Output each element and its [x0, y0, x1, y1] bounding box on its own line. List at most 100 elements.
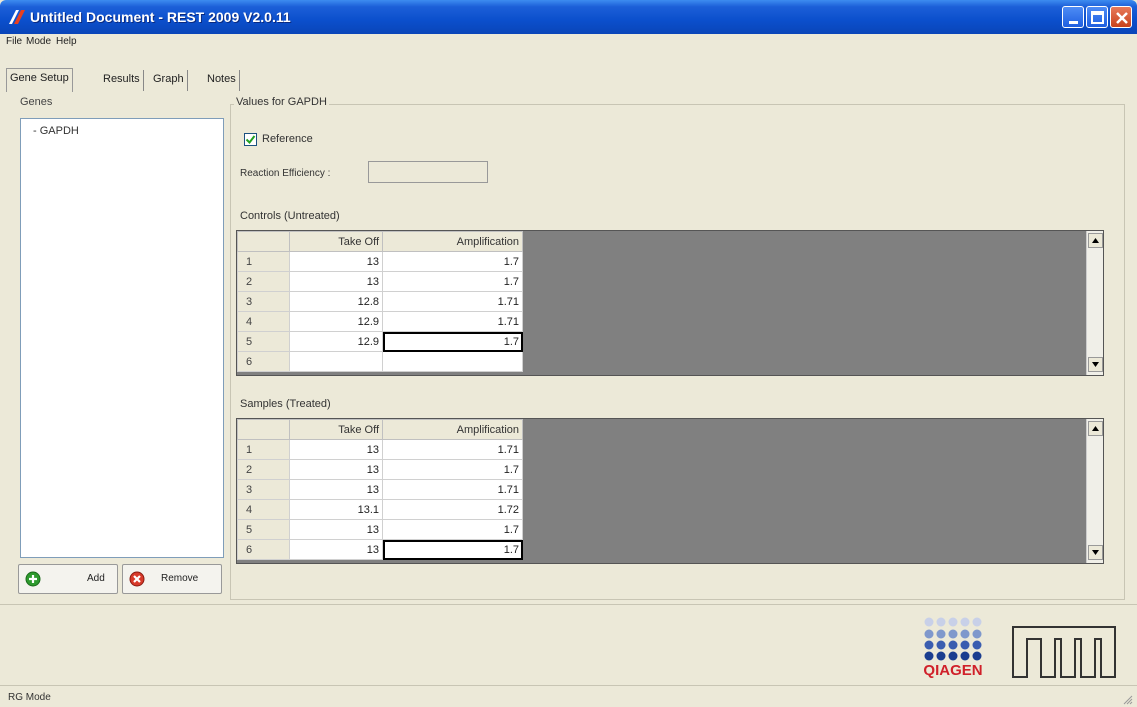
takeoff-cell[interactable]: 12.8	[289, 291, 383, 312]
qiagen-logo: QIAGEN	[923, 617, 983, 679]
table-row: 1 13 1.71	[237, 439, 523, 460]
column-header-takeoff[interactable]: Take Off	[289, 231, 383, 252]
takeoff-cell[interactable]: 13	[289, 459, 383, 480]
table-row: 5 12.9 1.7	[237, 331, 523, 352]
grid-corner	[237, 419, 290, 440]
amplification-cell[interactable]: 1.7	[382, 271, 523, 292]
samples-label: Samples (Treated)	[240, 398, 331, 410]
row-header[interactable]: 5	[237, 331, 290, 352]
genes-label: Genes	[20, 96, 53, 108]
maximize-icon	[1091, 11, 1104, 24]
tab-graph[interactable]: Graph	[150, 70, 188, 91]
amplification-cell[interactable]: 1.71	[382, 479, 523, 500]
table-row: 4 13.1 1.72	[237, 499, 523, 520]
tab-gene-setup[interactable]: Gene Setup	[6, 68, 73, 92]
minimize-button[interactable]	[1062, 6, 1084, 28]
table-row: 6	[237, 351, 523, 372]
row-header[interactable]: 4	[237, 499, 290, 520]
takeoff-cell[interactable]: 12.9	[289, 331, 383, 352]
row-header[interactable]: 3	[237, 291, 290, 312]
gene-item-gapdh[interactable]: - GAPDH	[33, 125, 79, 137]
scroll-up-button[interactable]	[1088, 421, 1103, 436]
takeoff-cell[interactable]: 13	[289, 539, 383, 560]
efficiency-input[interactable]	[368, 161, 488, 183]
amplification-cell[interactable]: 1.71	[382, 439, 523, 460]
menu-help[interactable]: Help	[56, 36, 77, 47]
row-header[interactable]: 5	[237, 519, 290, 540]
tum-logo	[1012, 626, 1116, 678]
resize-grip-icon[interactable]	[1121, 693, 1133, 705]
logo-panel: QIAGEN	[0, 604, 1137, 686]
row-header[interactable]: 6	[237, 351, 290, 372]
values-panel: Values for GAPDH Reference Reaction Effi…	[228, 96, 1128, 602]
samples-scrollbar[interactable]	[1086, 419, 1103, 563]
logos: QIAGEN	[923, 617, 1116, 679]
takeoff-cell[interactable]: 13	[289, 251, 383, 272]
amplification-cell[interactable]: 1.7	[382, 519, 523, 540]
table-row: 3 12.8 1.71	[237, 291, 523, 312]
takeoff-cell[interactable]: 13	[289, 271, 383, 292]
menu-file[interactable]: File	[6, 36, 22, 47]
controls-label: Controls (Untreated)	[240, 210, 340, 222]
checkmark-icon	[245, 135, 256, 145]
amplification-cell-selected[interactable]: 1.7	[382, 331, 523, 352]
amplification-cell[interactable]: 1.7	[382, 251, 523, 272]
remove-icon	[129, 571, 145, 587]
efficiency-label: Reaction Efficiency :	[240, 168, 331, 179]
row-header[interactable]: 4	[237, 311, 290, 332]
amplification-cell[interactable]: 1.7	[382, 459, 523, 480]
title-bar: Untitled Document - REST 2009 V2.0.11	[0, 0, 1137, 34]
tab-notes[interactable]: Notes	[204, 70, 240, 91]
row-header[interactable]: 2	[237, 271, 290, 292]
column-header-amplification[interactable]: Amplification	[382, 231, 523, 252]
row-header[interactable]: 1	[237, 251, 290, 272]
controls-grid[interactable]: Take Off Amplification 1 13 1.7 2 13 1.7…	[236, 230, 1104, 376]
takeoff-cell[interactable]: 13	[289, 519, 383, 540]
tab-strip: Gene Setup Results Graph Notes	[0, 50, 1137, 94]
scroll-down-button[interactable]	[1088, 357, 1103, 372]
row-header[interactable]: 1	[237, 439, 290, 460]
amplification-cell[interactable]: 1.71	[382, 291, 523, 312]
add-label: Add	[87, 573, 105, 584]
row-header[interactable]: 3	[237, 479, 290, 500]
add-gene-button[interactable]: Add	[18, 564, 118, 594]
scroll-down-button[interactable]	[1088, 545, 1103, 560]
arrow-up-icon	[1092, 426, 1099, 431]
table-row: 4 12.9 1.71	[237, 311, 523, 332]
reference-label: Reference	[262, 133, 313, 145]
column-header-amplification[interactable]: Amplification	[382, 419, 523, 440]
column-header-takeoff[interactable]: Take Off	[289, 419, 383, 440]
takeoff-cell[interactable]: 13.1	[289, 499, 383, 520]
window-title: Untitled Document - REST 2009 V2.0.11	[30, 9, 291, 25]
row-header[interactable]: 2	[237, 459, 290, 480]
amplification-cell[interactable]: 1.72	[382, 499, 523, 520]
genes-panel: Genes - GAPDH Add Remove	[14, 96, 224, 602]
scroll-up-button[interactable]	[1088, 233, 1103, 248]
table-row: 3 13 1.71	[237, 479, 523, 500]
reference-checkbox[interactable]	[244, 133, 257, 146]
tab-results[interactable]: Results	[100, 70, 144, 91]
arrow-down-icon	[1092, 362, 1099, 367]
amplification-cell[interactable]	[382, 351, 523, 372]
controls-scrollbar[interactable]	[1086, 231, 1103, 375]
table-row: 2 13 1.7	[237, 271, 523, 292]
qiagen-wordmark: QIAGEN	[923, 662, 982, 679]
takeoff-cell[interactable]	[289, 351, 383, 372]
samples-table: Take Off Amplification 1 13 1.71 2 13 1.…	[237, 419, 523, 560]
table-row: 2 13 1.7	[237, 459, 523, 480]
app-icon	[9, 10, 25, 24]
remove-label: Remove	[161, 573, 199, 584]
genes-list[interactable]: - GAPDH	[20, 118, 224, 558]
close-button[interactable]	[1110, 6, 1132, 28]
takeoff-cell[interactable]: 12.9	[289, 311, 383, 332]
menu-mode[interactable]: Mode	[26, 36, 51, 47]
takeoff-cell[interactable]: 13	[289, 439, 383, 460]
amplification-cell[interactable]: 1.71	[382, 311, 523, 332]
row-header[interactable]: 6	[237, 539, 290, 560]
status-bar: RG Mode	[0, 688, 1137, 707]
takeoff-cell[interactable]: 13	[289, 479, 383, 500]
amplification-cell-selected[interactable]: 1.7	[382, 539, 523, 560]
remove-gene-button[interactable]: Remove	[122, 564, 222, 594]
maximize-button[interactable]	[1086, 6, 1108, 28]
samples-grid[interactable]: Take Off Amplification 1 13 1.71 2 13 1.…	[236, 418, 1104, 564]
